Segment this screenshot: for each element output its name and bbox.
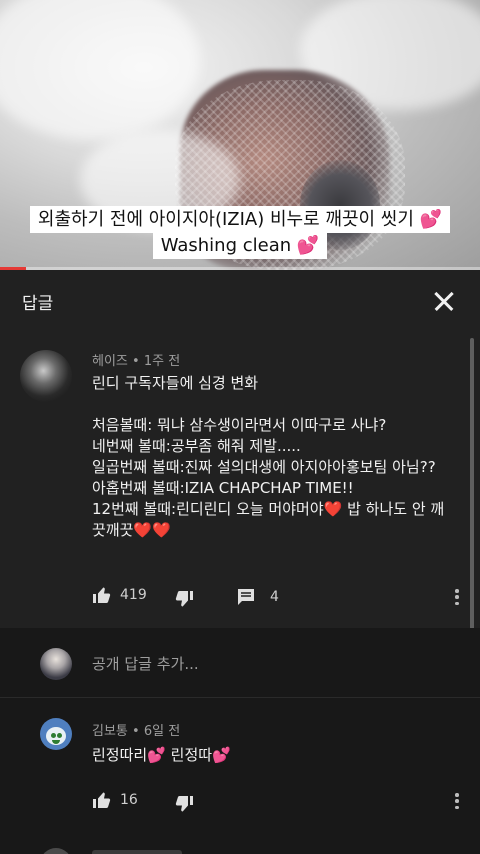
scrollbar[interactable]: [470, 338, 474, 630]
comment-meta: 헤이즈 • 1주 전: [92, 350, 180, 369]
like-count: 419: [120, 587, 147, 603]
avatar[interactable]: [40, 718, 72, 750]
video-caption-line1: 외출하기 전에 아이지아(IZIA) 비누로 깨끗이 씻기 💕: [0, 206, 480, 233]
dislike-button[interactable]: [174, 795, 194, 813]
next-reply-peek: [0, 838, 480, 854]
meta-separator: •: [132, 354, 140, 369]
comment-author[interactable]: 헤이즈: [92, 354, 128, 369]
thumbs-down-icon: [175, 591, 193, 607]
reply-comment: 김보통 • 6일 전 린정따리💕 린정따💕 16: [0, 698, 480, 838]
more-vert-icon[interactable]: [455, 793, 459, 809]
meta-separator: •: [132, 724, 140, 739]
video-caption-line2: Washing clean 💕: [0, 232, 480, 259]
comment-body: 린디 구독자들에 심경 변화 처음볼때: 뭐냐 삼수생이라면서 이따구로 사냐?…: [92, 374, 445, 539]
like-button[interactable]: 419: [92, 586, 147, 604]
like-button[interactable]: 16: [92, 791, 138, 809]
thumbs-down-icon: [175, 796, 193, 812]
like-count: 16: [120, 792, 138, 808]
close-icon[interactable]: [430, 287, 458, 315]
comment-body: 린정따리💕 린정따💕: [92, 746, 231, 764]
add-reply-input[interactable]: 공개 답글 추가...: [92, 653, 199, 674]
add-reply-row[interactable]: 공개 답글 추가...: [0, 628, 480, 698]
foam-blob: [0, 0, 200, 140]
reply-count-button[interactable]: 4: [236, 588, 279, 606]
avatar[interactable]: [20, 350, 72, 402]
more-vert-icon[interactable]: [455, 589, 459, 605]
replies-title: 답글: [22, 293, 54, 314]
avatar: [40, 848, 72, 854]
comment-meta: 김보통 • 6일 전: [92, 720, 180, 739]
video-player[interactable]: 외출하기 전에 아이지아(IZIA) 비누로 깨끗이 씻기 💕 Washing …: [0, 0, 480, 270]
thumbs-up-icon: [93, 587, 111, 603]
comment-icon: [238, 589, 254, 605]
parent-comment: 헤이즈 • 1주 전 린디 구독자들에 심경 변화 처음볼때: 뭐냐 삼수생이라…: [0, 332, 480, 630]
avatar: [40, 648, 72, 680]
replies-header: 답글: [0, 270, 480, 332]
thumbs-up-icon: [93, 792, 111, 808]
comment-time: 1주 전: [143, 354, 181, 369]
dislike-button[interactable]: [174, 590, 194, 608]
reply-count: 4: [270, 589, 279, 605]
next-reply-meta-placeholder: [92, 850, 182, 854]
comment-time: 6일 전: [143, 724, 181, 739]
comment-author[interactable]: 김보통: [92, 724, 128, 739]
